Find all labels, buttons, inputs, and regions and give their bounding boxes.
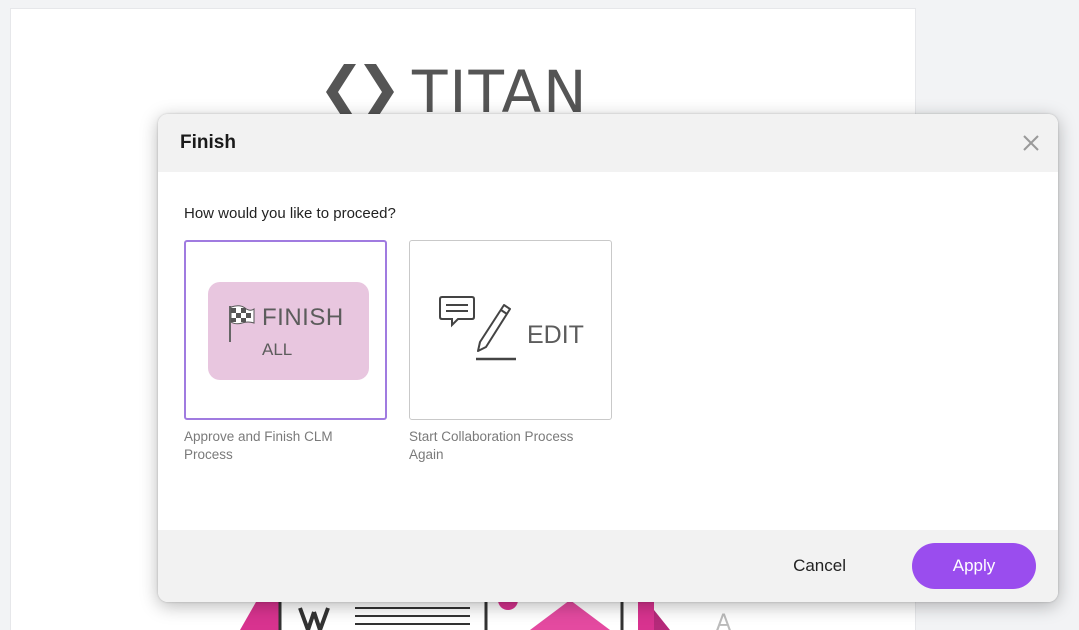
- edit-option[interactable]: EDIT: [409, 240, 612, 420]
- finish-tile-subtitle: ALL: [262, 340, 293, 359]
- titan-logo-text: TITAN: [412, 58, 589, 126]
- chat-bubble-icon: [439, 296, 475, 328]
- apply-button[interactable]: Apply: [912, 543, 1036, 589]
- svg-text:A: A: [716, 611, 731, 630]
- finish-all-tile: FINISH ALL: [208, 282, 369, 380]
- finish-tile-title: FINISH: [262, 304, 344, 331]
- proceed-question: How would you like to proceed?: [184, 205, 396, 222]
- dialog-header: Finish: [158, 114, 1058, 172]
- edit-tile-title: EDIT: [527, 321, 584, 349]
- dialog-title: Finish: [180, 132, 236, 153]
- titan-logo-mark-icon: [326, 64, 394, 120]
- edit-pencil-icon: [439, 296, 516, 361]
- finish-dialog: Finish How would you like to proceed? FI…: [158, 114, 1058, 602]
- cancel-button[interactable]: Cancel: [793, 556, 846, 576]
- finish-option-caption: Approve and Finish CLM Process: [184, 429, 333, 462]
- checkered-flag-icon: [229, 305, 255, 342]
- pencil-icon: [477, 304, 511, 352]
- edit-option-caption: Start Collaboration Process Again: [409, 429, 574, 462]
- close-icon[interactable]: [1020, 132, 1042, 154]
- finish-all-option[interactable]: FINISH ALL: [184, 240, 387, 420]
- dialog-body: How would you like to proceed? FINISH AL…: [158, 172, 1058, 530]
- dialog-footer: Cancel Apply: [158, 530, 1058, 602]
- titan-logo: TITAN: [326, 62, 589, 122]
